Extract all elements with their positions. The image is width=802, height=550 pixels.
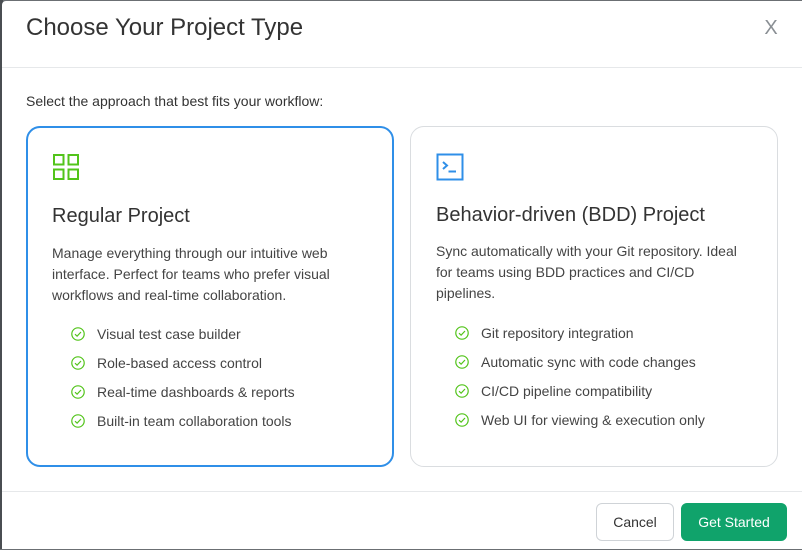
feature-label: Role-based access control <box>97 354 262 371</box>
feature-item: Role-based access control <box>71 348 295 377</box>
feature-label: Visual test case builder <box>97 325 241 342</box>
check-circle-icon <box>455 412 469 427</box>
check-circle-icon <box>455 383 469 398</box>
feature-label: CI/CD pipeline compatibility <box>481 382 653 399</box>
check-circle-icon <box>71 384 85 399</box>
regular-project-card[interactable]: Regular Project Manage everything throug… <box>26 126 394 467</box>
check-circle-icon <box>455 325 469 340</box>
feature-label: Web UI for viewing & execution only <box>481 411 705 428</box>
feature-list: Git repository integration Automatic syn… <box>455 318 705 434</box>
feature-item: Automatic sync with code changes <box>455 347 705 376</box>
modal-footer: Cancel Get Started <box>2 491 802 550</box>
modal-header: Choose Your Project Type X <box>2 1 802 68</box>
feature-item: Web UI for viewing & execution only <box>455 405 705 434</box>
grid-icon <box>53 154 79 180</box>
card-description: Sync automatically with your Git reposit… <box>436 243 737 301</box>
check-circle-icon <box>71 355 85 370</box>
bdd-project-card[interactable]: Behavior-driven (BDD) Project Sync autom… <box>410 126 778 467</box>
feature-item: CI/CD pipeline compatibility <box>455 376 705 405</box>
cancel-button[interactable]: Cancel <box>596 503 674 541</box>
card-title: Regular Project <box>52 205 190 227</box>
check-circle-icon <box>71 326 85 341</box>
get-started-button[interactable]: Get Started <box>681 503 787 541</box>
terminal-icon <box>436 153 464 181</box>
feature-label: Git repository integration <box>481 324 634 341</box>
check-circle-icon <box>455 354 469 369</box>
feature-item: Real-time dashboards & reports <box>71 377 295 406</box>
feature-list: Visual test case builder Role-based acce… <box>71 319 295 435</box>
check-circle-icon <box>71 413 85 428</box>
feature-label: Automatic sync with code changes <box>481 353 696 370</box>
close-button[interactable]: X <box>760 17 782 39</box>
feature-item: Git repository integration <box>455 318 705 347</box>
modal-title: Choose Your Project Type <box>26 14 304 41</box>
card-title: Behavior-driven (BDD) Project <box>436 204 705 226</box>
modal-subtitle: Select the approach that best fits your … <box>26 93 324 109</box>
card-description: Manage everything through our intuitive … <box>52 245 330 303</box>
feature-label: Built-in team collaboration tools <box>97 412 292 429</box>
feature-label: Real-time dashboards & reports <box>97 383 295 400</box>
feature-item: Built-in team collaboration tools <box>71 406 295 435</box>
project-type-modal: Choose Your Project Type X Select the ap… <box>2 1 802 549</box>
feature-item: Visual test case builder <box>71 319 295 348</box>
